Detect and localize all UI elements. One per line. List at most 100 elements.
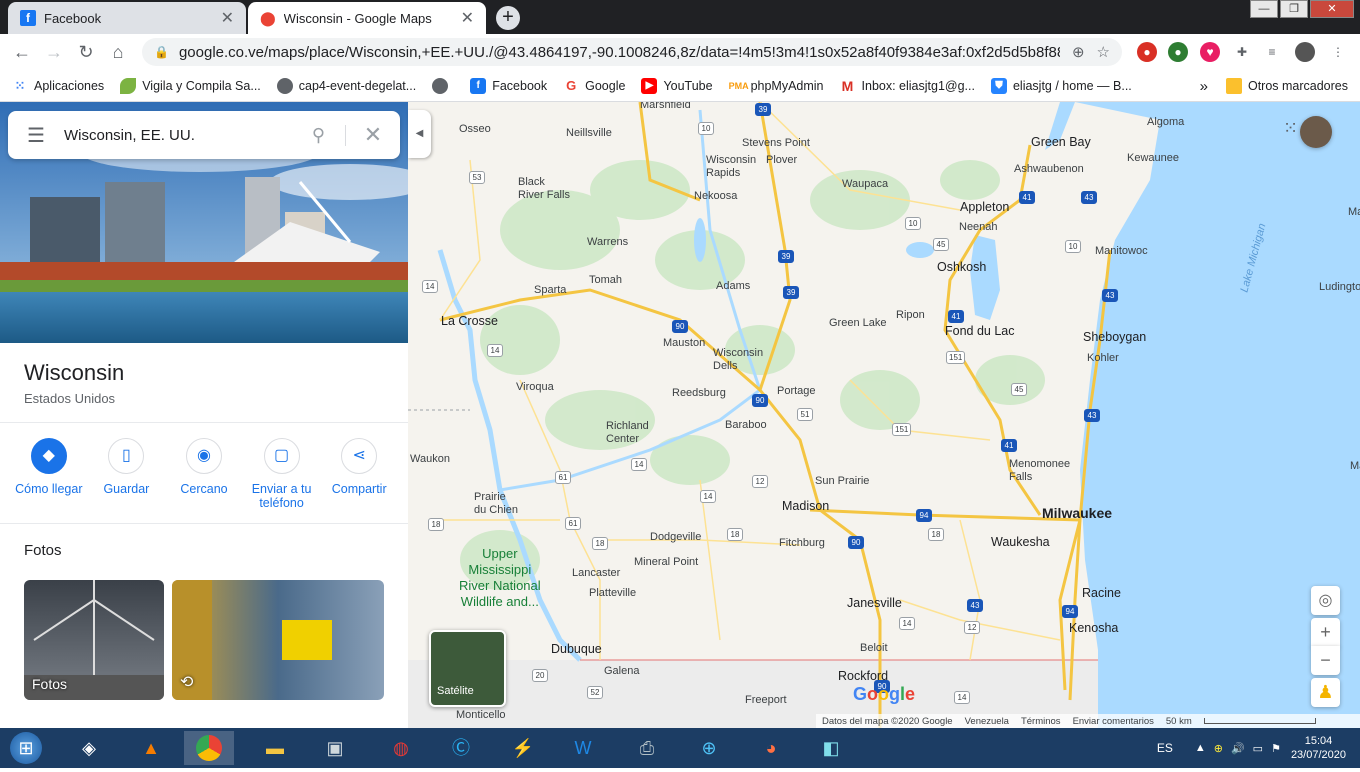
adblock-icon[interactable]: ● xyxy=(1137,42,1157,62)
app-globe-icon[interactable]: ⊕ xyxy=(684,731,734,765)
city-label[interactable]: Dubuque xyxy=(551,643,602,656)
terms-link[interactable]: Términos xyxy=(1021,716,1061,727)
city-label[interactable]: Madison xyxy=(782,500,829,513)
city-label[interactable]: Plover xyxy=(766,154,797,167)
bookmark-apps[interactable]: ⁙ Aplicaciones xyxy=(12,78,105,94)
city-label[interactable]: Ripon xyxy=(896,309,925,322)
city-label[interactable]: Racine xyxy=(1082,587,1121,600)
city-label[interactable]: Mineral Point xyxy=(634,556,698,569)
bookmark-gmail[interactable]: M Inbox: eliasjtg1@g... xyxy=(840,78,975,94)
add-icon[interactable]: ⊕ xyxy=(1072,43,1085,61)
bookmark-vigila[interactable]: Vigila y Compila Sa... xyxy=(120,77,261,94)
search-input[interactable]: Wisconsin, EE. UU. xyxy=(64,127,292,144)
search-box[interactable]: ☰ Wisconsin, EE. UU. ⚲ ✕ xyxy=(8,111,400,159)
city-label[interactable]: Oshkosh xyxy=(937,261,986,274)
profile-avatar[interactable] xyxy=(1295,42,1315,62)
city-label[interactable]: Sun Prairie xyxy=(815,475,869,488)
city-label[interactable]: Neillsville xyxy=(566,127,612,140)
city-label[interactable]: Marshfield xyxy=(640,102,691,112)
city-label[interactable]: Appleton xyxy=(960,201,1009,214)
app-w-icon[interactable]: W xyxy=(558,731,608,765)
visual-studio-icon[interactable]: ◈ xyxy=(64,731,114,765)
app-red-icon[interactable]: ◍ xyxy=(376,731,426,765)
city-label[interactable]: Platteville xyxy=(589,587,636,600)
account-avatar[interactable] xyxy=(1300,116,1332,148)
city-label[interactable]: Nekoosa xyxy=(694,190,737,203)
city-label[interactable]: Milwaukee xyxy=(1042,506,1112,520)
send-to-phone-button[interactable]: ▢ Enviar a tu teléfono xyxy=(245,438,318,510)
city-label[interactable]: Portage xyxy=(777,385,816,398)
browser-menu-icon[interactable]: ⋮ xyxy=(1328,42,1348,62)
star-icon[interactable]: ☆ xyxy=(1097,43,1110,61)
city-label[interactable]: Tomah xyxy=(589,274,622,287)
photo-thumbnail[interactable]: Fotos xyxy=(24,580,164,700)
city-label[interactable]: Menomonee Falls xyxy=(1009,458,1070,484)
app-bolt-icon[interactable]: ⚡ xyxy=(498,731,548,765)
city-label[interactable]: Wisconsin Dells xyxy=(713,347,763,373)
clock[interactable]: 15:04 23/07/2020 xyxy=(1291,734,1346,762)
city-label[interactable]: Waukon xyxy=(410,453,450,466)
bookmark-youtube[interactable]: ▶ YouTube xyxy=(641,77,713,94)
zoom-in-button[interactable]: + xyxy=(1311,618,1340,647)
city-label[interactable]: Ma xyxy=(1350,460,1360,473)
app-printer-icon[interactable]: ⎙ xyxy=(622,731,672,765)
tab-google-maps[interactable]: ⬤ Wisconsin - Google Maps ✕ xyxy=(248,2,486,34)
city-label[interactable]: Fitchburg xyxy=(779,537,825,550)
city-label[interactable]: Dodgeville xyxy=(650,531,701,544)
close-tab-icon[interactable]: ✕ xyxy=(221,8,234,28)
url-text[interactable]: google.co.ve/maps/place/Wisconsin,+EE.+U… xyxy=(179,44,1060,61)
city-label[interactable]: Sheboygan xyxy=(1083,331,1146,344)
city-label[interactable]: Kewaunee xyxy=(1127,152,1179,165)
other-bookmarks[interactable]: Otros marcadores xyxy=(1225,78,1348,94)
restore-button[interactable]: ❐ xyxy=(1280,0,1308,18)
tray-plus-icon[interactable]: ⊕ xyxy=(1214,742,1223,755)
file-explorer-icon[interactable]: ▬ xyxy=(250,731,300,765)
show-hidden-icons[interactable]: ▲ xyxy=(1195,742,1206,754)
minimize-button[interactable]: — xyxy=(1250,0,1278,18)
vlc-icon[interactable]: ▲ xyxy=(126,731,176,765)
city-label[interactable]: Fond du Lac xyxy=(945,325,1015,338)
back-icon[interactable]: ← xyxy=(6,42,38,63)
region-link[interactable]: Venezuela xyxy=(965,716,1009,727)
city-label[interactable]: Wisconsin Rapids xyxy=(706,154,756,180)
extensions-icon[interactable]: ✚ xyxy=(1232,42,1252,62)
heart-extension-icon[interactable]: ♥ xyxy=(1200,42,1220,62)
city-label[interactable]: Manitowoc xyxy=(1095,245,1148,258)
extension-globe-icon[interactable]: ● xyxy=(1168,42,1188,62)
city-label[interactable]: Prairie du Chien xyxy=(474,491,518,517)
city-label[interactable]: Freeport xyxy=(745,694,787,707)
bookmark-cap4[interactable]: cap4-event-degelat... xyxy=(276,77,416,94)
home-icon[interactable]: ⌂ xyxy=(102,42,134,63)
search-icon[interactable]: ⚲ xyxy=(292,124,346,146)
bookmark-globe[interactable] xyxy=(432,77,454,94)
action-center-icon[interactable]: ⚑ xyxy=(1271,742,1281,755)
city-label[interactable]: Viroqua xyxy=(516,381,554,394)
close-icon[interactable]: ✕ xyxy=(346,122,400,148)
satellite-layer-toggle[interactable]: Satélite xyxy=(429,630,506,707)
tab-facebook[interactable]: f Facebook ✕ xyxy=(8,2,246,34)
app-c-icon[interactable]: Ⓒ xyxy=(436,731,486,765)
city-label[interactable]: Waupaca xyxy=(842,178,888,191)
city-label[interactable]: Waukesha xyxy=(991,536,1050,549)
city-label[interactable]: Adams xyxy=(716,280,750,293)
city-label[interactable]: Ashwaubenon xyxy=(1014,163,1084,176)
zoom-out-button[interactable]: − xyxy=(1311,646,1340,675)
save-button[interactable]: ▯ Guardar xyxy=(90,438,163,510)
chrome-icon[interactable] xyxy=(184,731,234,765)
city-label[interactable]: Beloit xyxy=(860,642,888,655)
volume-icon[interactable]: 🔊 xyxy=(1231,742,1245,755)
city-label[interactable]: Monticello xyxy=(456,709,506,722)
city-label[interactable]: Reedsburg xyxy=(672,387,726,400)
more-bookmarks-button[interactable]: » xyxy=(1200,78,1208,95)
city-label[interactable]: Richland Center xyxy=(606,420,649,446)
firefox-icon[interactable]: ◕ xyxy=(746,731,796,765)
close-tab-icon[interactable]: ✕ xyxy=(461,8,474,28)
city-label[interactable]: Algoma xyxy=(1147,116,1184,129)
city-label[interactable]: Ma xyxy=(1348,206,1360,219)
app-notes-icon[interactable]: ◧ xyxy=(806,731,856,765)
pegman-icon[interactable]: ♟ xyxy=(1311,678,1340,707)
city-label[interactable]: Sparta xyxy=(534,284,566,297)
city-label[interactable]: Black River Falls xyxy=(518,176,570,202)
photo-360-thumbnail[interactable]: ⟲ xyxy=(172,580,384,700)
network-icon[interactable]: ▭ xyxy=(1253,742,1263,755)
